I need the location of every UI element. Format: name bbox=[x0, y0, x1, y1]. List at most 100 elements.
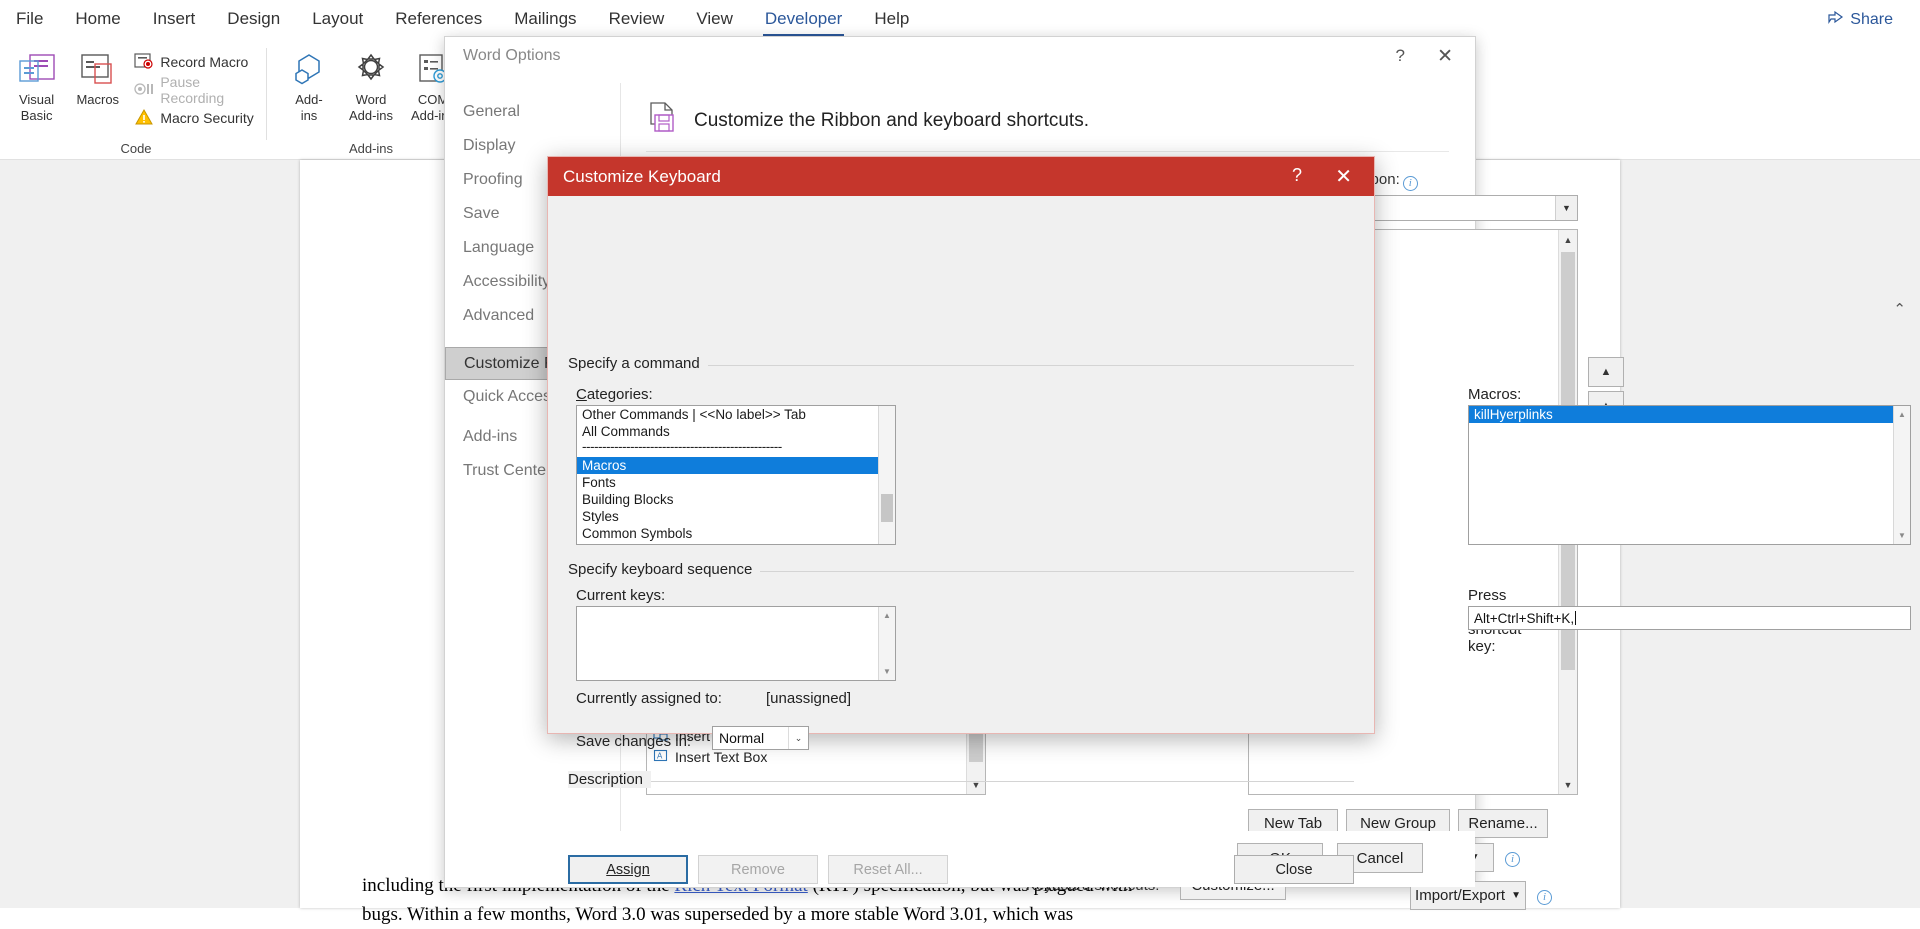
currently-assigned-label: Currently assigned to: bbox=[576, 690, 722, 707]
word-addins-label-line2: Add-ins bbox=[349, 108, 393, 124]
chevron-down-icon[interactable]: ▼ bbox=[1555, 196, 1577, 220]
scroll-down-icon[interactable]: ▼ bbox=[879, 663, 895, 680]
categories-label: Categories: bbox=[576, 386, 653, 403]
list-item[interactable]: A Insert Text Box bbox=[647, 747, 965, 768]
record-macro-icon bbox=[134, 52, 154, 73]
scroll-down-icon[interactable]: ▼ bbox=[967, 775, 985, 794]
visual-basic-icon bbox=[16, 48, 58, 92]
scroll-up-icon[interactable]: ▲ bbox=[1894, 406, 1910, 423]
scrollbar-thumb[interactable] bbox=[969, 730, 983, 762]
document-line-2: bugs. Within a few months, Word 3.0 was … bbox=[362, 901, 1558, 929]
import-export-info-icon[interactable]: i bbox=[1534, 885, 1552, 905]
ribbon-group-separator-1 bbox=[266, 48, 267, 140]
customize-ribbon-info-icon[interactable]: i bbox=[1403, 176, 1418, 191]
ribbon-tab-home[interactable]: Home bbox=[59, 0, 136, 38]
word-options-nav-general[interactable]: General bbox=[445, 95, 620, 129]
macros-label: Macros: bbox=[1468, 386, 1521, 403]
macros-button[interactable]: Macros bbox=[67, 42, 128, 108]
ribbon-tab-view[interactable]: View bbox=[680, 0, 749, 38]
macros-label: Macros bbox=[76, 92, 119, 108]
ribbon-group-addins: Add- ins Word Add-ins bbox=[276, 38, 466, 160]
scroll-up-icon[interactable]: ▲ bbox=[879, 607, 895, 624]
description-text bbox=[576, 793, 1346, 845]
visual-basic-label-line1: Visual bbox=[19, 92, 54, 108]
scroll-down-icon[interactable]: ▼ bbox=[1559, 775, 1577, 794]
list-item-macro[interactable]: killHyerplinks bbox=[1469, 406, 1893, 423]
ribbon-tab-developer[interactable]: Developer bbox=[749, 0, 859, 38]
macros-scrollbar[interactable]: ▲ ▼ bbox=[1893, 406, 1910, 544]
ribbon-tab-references[interactable]: References bbox=[379, 0, 498, 38]
current-keys-label: Current keys: bbox=[576, 587, 665, 604]
customize-keyboard-title: Customize Keyboard bbox=[563, 167, 721, 187]
pause-recording-label: Pause Recording bbox=[160, 74, 266, 106]
save-changes-value: Normal bbox=[719, 730, 764, 746]
press-new-shortcut-input[interactable]: Alt+Ctrl+Shift+K, bbox=[1468, 606, 1911, 630]
assign-button[interactable]: Assign bbox=[568, 855, 688, 884]
macro-security-label: Macro Security bbox=[160, 110, 253, 126]
list-item-common-symbols[interactable]: Common Symbols bbox=[577, 525, 895, 542]
list-item-other-commands[interactable]: Other Commands | <<No label>> Tab bbox=[577, 406, 895, 423]
ribbon-tab-design[interactable]: Design bbox=[211, 0, 296, 38]
addins-icon bbox=[288, 48, 330, 92]
chevron-down-icon[interactable]: ⌄ bbox=[788, 727, 808, 749]
current-keys-scrollbar[interactable]: ▲ ▼ bbox=[878, 607, 895, 680]
move-up-button[interactable]: ▲ bbox=[1588, 357, 1624, 387]
list-item-fonts[interactable]: Fonts bbox=[577, 474, 895, 491]
list-item-macros[interactable]: Macros bbox=[577, 457, 895, 474]
share-label: Share bbox=[1850, 11, 1893, 29]
textbox-icon: A bbox=[653, 747, 668, 768]
addins-button[interactable]: Add- ins bbox=[278, 42, 340, 125]
categories-listbox[interactable]: Other Commands | <<No label>> Tab All Co… bbox=[576, 405, 896, 545]
word-options-header-divider bbox=[646, 151, 1449, 152]
ribbon-tab-file[interactable]: File bbox=[0, 0, 59, 38]
ribbon-tab-mailings[interactable]: Mailings bbox=[498, 0, 592, 38]
gear-icon bbox=[350, 48, 392, 92]
text-caret bbox=[1575, 611, 1576, 625]
customize-keyboard-help-button[interactable]: ? bbox=[1292, 165, 1302, 186]
word-options-header: Customize the Ribbon and keyboard shortc… bbox=[646, 101, 1089, 140]
close-button[interactable]: Close bbox=[1234, 855, 1354, 884]
word-options-help-button[interactable]: ? bbox=[1396, 46, 1405, 66]
macros-listbox[interactable]: killHyerplinks ▲ ▼ bbox=[1468, 405, 1911, 545]
record-macro-button[interactable]: Record Macro bbox=[134, 48, 266, 76]
assign-button-label: Assign bbox=[606, 862, 650, 878]
share-icon bbox=[1828, 10, 1844, 29]
macro-security-button[interactable]: Macro Security bbox=[134, 104, 266, 132]
addins-label-line2: ins bbox=[301, 108, 318, 124]
ribbon-group-code: Visual Basic Macros bbox=[6, 38, 266, 160]
reset-info-icon[interactable]: i bbox=[1502, 847, 1520, 867]
ribbon-tab-insert[interactable]: Insert bbox=[137, 0, 212, 38]
ribbon-group-label-addins: Add-ins bbox=[276, 141, 466, 156]
word-addins-label-line1: Word bbox=[356, 92, 387, 108]
categories-scrollbar[interactable] bbox=[878, 406, 895, 544]
specify-sequence-group-label: Specify keyboard sequence bbox=[568, 561, 760, 578]
word-addins-button[interactable]: Word Add-ins bbox=[340, 42, 402, 125]
scrollbar-thumb[interactable] bbox=[881, 494, 893, 522]
scroll-up-icon[interactable]: ▲ bbox=[1559, 230, 1577, 249]
warning-triangle-icon bbox=[134, 108, 154, 129]
customize-ribbon-icon bbox=[646, 101, 680, 140]
remove-button: Remove bbox=[698, 855, 818, 884]
customize-keyboard-titlebar[interactable]: Customize Keyboard ? ✕ bbox=[548, 157, 1374, 196]
word-options-close-button[interactable]: ✕ bbox=[1437, 45, 1453, 68]
list-item-styles[interactable]: Styles bbox=[577, 508, 895, 525]
share-button[interactable]: Share bbox=[1815, 6, 1906, 33]
scroll-down-icon[interactable]: ▼ bbox=[1894, 527, 1910, 544]
description-group-line bbox=[568, 781, 1354, 782]
collapse-ribbon-icon[interactable]: ⌃ bbox=[1893, 300, 1906, 318]
visual-basic-button[interactable]: Visual Basic bbox=[6, 42, 67, 125]
ribbon-tab-review[interactable]: Review bbox=[593, 0, 681, 38]
save-changes-combo[interactable]: Normal ⌄ bbox=[712, 726, 809, 750]
svg-text:A: A bbox=[657, 752, 663, 761]
list-item-building-blocks[interactable]: Building Blocks bbox=[577, 491, 895, 508]
ribbon-tab-help[interactable]: Help bbox=[858, 0, 925, 38]
description-group-label: Description bbox=[568, 771, 651, 788]
macros-label-text: Macros: bbox=[1468, 386, 1521, 403]
press-new-shortcut-value: Alt+Ctrl+Shift+K, bbox=[1474, 611, 1574, 626]
visual-basic-label-line2: Basic bbox=[21, 108, 53, 124]
ribbon-tab-layout[interactable]: Layout bbox=[296, 0, 379, 38]
list-item-label: Insert Text Box bbox=[675, 747, 767, 768]
list-item-all-commands[interactable]: All Commands bbox=[577, 423, 895, 440]
customize-keyboard-close-button[interactable]: ✕ bbox=[1335, 164, 1352, 189]
current-keys-listbox[interactable]: ▲ ▼ bbox=[576, 606, 896, 681]
